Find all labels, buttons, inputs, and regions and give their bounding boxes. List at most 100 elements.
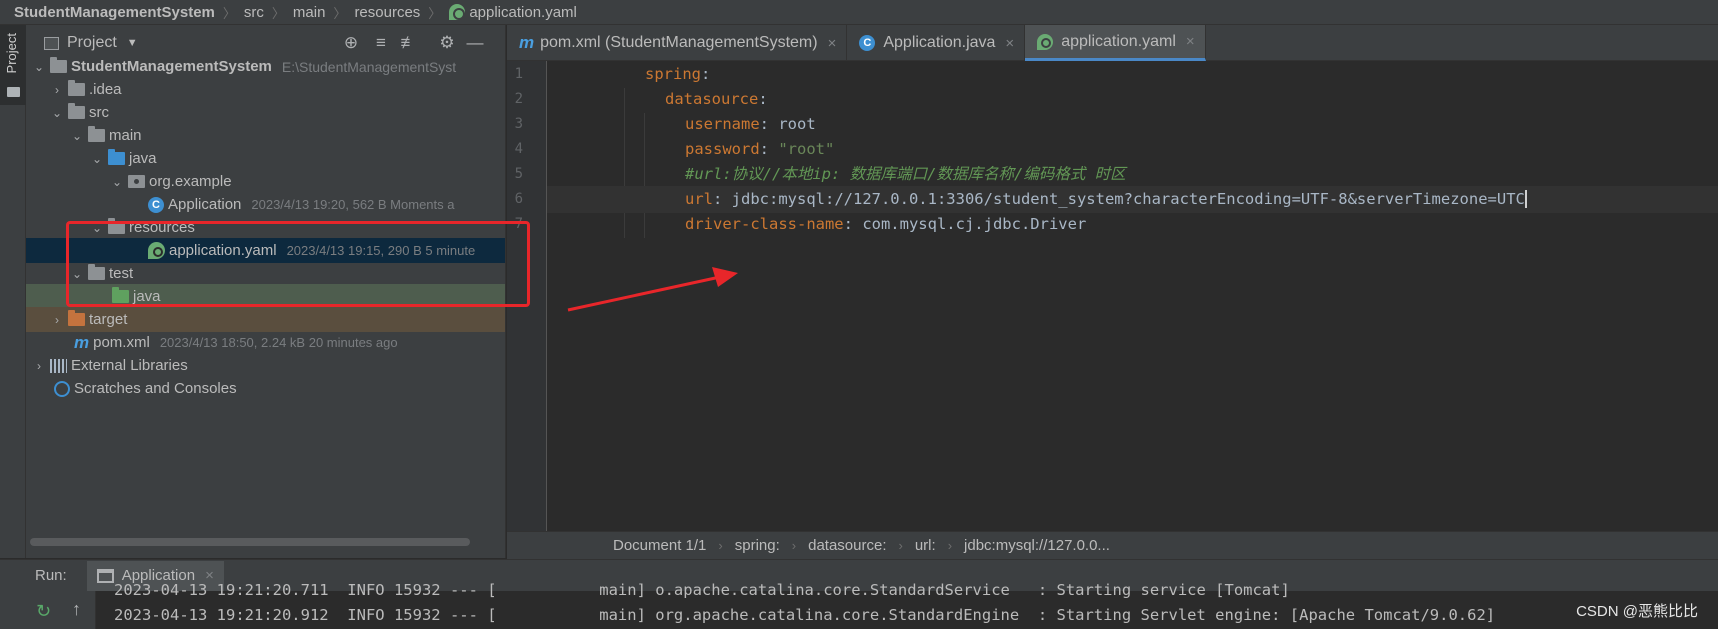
tree-item-java[interactable]: ⌄ java bbox=[26, 146, 505, 171]
tab-label: Application.java bbox=[883, 34, 996, 51]
chevron-down-icon[interactable]: ⌄ bbox=[110, 175, 124, 189]
project-view-icon bbox=[44, 36, 59, 50]
tab-application-java[interactable]: C Application.java × bbox=[847, 25, 1026, 61]
chevron-right-icon[interactable]: › bbox=[32, 359, 46, 373]
tree-item-external-libraries[interactable]: › External Libraries bbox=[26, 353, 505, 378]
chevron-right-icon: › bbox=[791, 538, 797, 553]
tree-item-main[interactable]: ⌄ main bbox=[26, 123, 505, 148]
left-tool-strip: Project bbox=[0, 25, 26, 558]
navigation-bar: StudentManagementSystem 〉 src 〉 main 〉 r… bbox=[0, 0, 1718, 25]
tree-item-label: Scratches and Consoles bbox=[74, 380, 237, 397]
spring-yaml-icon bbox=[1037, 33, 1054, 50]
chevron-right-icon: 〉 bbox=[333, 5, 347, 21]
chevron-down-icon[interactable]: ⌄ bbox=[70, 129, 84, 143]
line-number: 3 bbox=[514, 116, 523, 132]
tree-item-label: target bbox=[89, 311, 128, 328]
library-icon bbox=[50, 358, 67, 373]
annotation-box bbox=[66, 221, 530, 307]
code-line-1: spring: bbox=[645, 65, 711, 83]
chevron-down-icon[interactable]: ⌄ bbox=[50, 106, 64, 120]
tree-item-label: java bbox=[129, 150, 157, 167]
close-icon[interactable]: × bbox=[1186, 33, 1195, 50]
breadcrumb-resources[interactable]: resources bbox=[354, 4, 420, 21]
breadcrumb-project[interactable]: StudentManagementSystem bbox=[14, 4, 215, 21]
line-number: 4 bbox=[514, 141, 523, 157]
tree-item-meta: 2023/4/13 19:20, 562 B Moments a bbox=[251, 197, 455, 212]
tree-item-pom[interactable]: m pom.xml 2023/4/13 18:50, 2.24 kB 20 mi… bbox=[26, 330, 505, 355]
code-line-6: url: jdbc:mysql://127.0.0.1:3306/student… bbox=[547, 186, 1718, 213]
code-line-3: username: root bbox=[685, 115, 816, 133]
chevron-right-icon: 〉 bbox=[222, 5, 236, 21]
hide-icon[interactable]: — bbox=[466, 34, 484, 52]
breadcrumb-file[interactable]: application.yaml bbox=[469, 4, 577, 21]
folder-icon bbox=[68, 80, 85, 96]
chevron-down-icon[interactable]: ⌄ bbox=[90, 152, 104, 166]
line-number: 1 bbox=[514, 66, 523, 82]
arrow-up-icon[interactable]: ↑ bbox=[72, 599, 81, 620]
breadcrumb-spring[interactable]: spring: bbox=[735, 537, 780, 554]
close-icon[interactable]: × bbox=[1005, 35, 1014, 52]
annotation-arrow bbox=[567, 267, 738, 312]
chevron-right-icon: › bbox=[947, 538, 953, 553]
folder-icon bbox=[88, 126, 105, 142]
folder-icon bbox=[68, 103, 85, 119]
chevron-right-icon: › bbox=[718, 538, 723, 553]
breadcrumb-document[interactable]: Document 1/1 bbox=[613, 537, 706, 554]
tree-item-scratches[interactable]: Scratches and Consoles bbox=[26, 376, 505, 401]
tree-item-label: src bbox=[89, 104, 109, 121]
tree-item-meta: E:\StudentManagementSyst bbox=[281, 58, 457, 75]
tree-item-label: StudentManagementSystem bbox=[71, 58, 272, 75]
run-console[interactable]: ↻ ↑ 2023-04-13 19:21:20.711 INFO 15932 -… bbox=[0, 581, 1718, 629]
code-line-7: driver-class-name: com.mysql.cj.jdbc.Dri… bbox=[685, 215, 1087, 233]
line-number: 5 bbox=[514, 166, 523, 182]
tab-application-yaml[interactable]: application.yaml × bbox=[1025, 25, 1206, 61]
code-line-2: datasource: bbox=[665, 90, 768, 108]
expand-all-icon[interactable]: ≡ bbox=[372, 34, 390, 52]
breadcrumb-main[interactable]: main bbox=[293, 4, 326, 21]
tree-item-target[interactable]: › target bbox=[26, 307, 505, 332]
java-class-icon: C bbox=[859, 35, 876, 51]
watermark: CSDN @恶熊比比 bbox=[1576, 603, 1698, 620]
tree-item-label: Application bbox=[168, 196, 242, 213]
folder-icon bbox=[7, 87, 20, 97]
line-number: 2 bbox=[514, 91, 523, 107]
project-view-title[interactable]: Project bbox=[67, 34, 117, 52]
chevron-right-icon[interactable]: › bbox=[50, 313, 64, 327]
collapse-all-icon[interactable]: ≢ bbox=[400, 34, 418, 52]
text-cursor bbox=[1524, 190, 1527, 208]
editor-breadcrumb: Document 1/1 › spring: › datasource: › u… bbox=[507, 531, 1718, 559]
tree-item-idea[interactable]: › .idea bbox=[26, 77, 505, 102]
java-class-icon: C bbox=[148, 196, 164, 213]
excluded-folder-icon bbox=[68, 310, 85, 326]
tree-item-application[interactable]: C Application 2023/4/13 19:20, 562 B Mom… bbox=[26, 192, 505, 217]
tree-item-package[interactable]: ⌄ org.example bbox=[26, 169, 505, 194]
console-icon bbox=[96, 568, 114, 583]
tree-item-project-root[interactable]: ⌄ StudentManagementSystem E:\StudentMana… bbox=[26, 54, 505, 79]
console-line: 2023-04-13 19:21:20.711 INFO 15932 --- [… bbox=[114, 581, 1290, 599]
run-label: Run: bbox=[35, 567, 67, 584]
breadcrumb-src[interactable]: src bbox=[244, 4, 264, 21]
locate-icon[interactable]: ⊕ bbox=[342, 34, 360, 52]
module-folder-icon bbox=[50, 57, 67, 73]
source-folder-icon bbox=[108, 149, 125, 165]
project-tool-tab[interactable]: Project bbox=[0, 25, 26, 105]
chevron-right-icon[interactable]: › bbox=[50, 83, 64, 97]
rerun-icon[interactable]: ↻ bbox=[36, 601, 51, 622]
breadcrumb-url[interactable]: url: bbox=[915, 537, 936, 554]
maven-icon: m bbox=[74, 332, 90, 352]
tree-item-src[interactable]: ⌄ src bbox=[26, 100, 505, 125]
horizontal-scrollbar[interactable] bbox=[30, 538, 470, 546]
tree-item-label: pom.xml bbox=[93, 334, 150, 351]
chevron-right-icon: 〉 bbox=[428, 5, 442, 21]
tab-label: pom.xml (StudentManagementSystem) bbox=[540, 34, 818, 51]
breadcrumb-url-value[interactable]: jdbc:mysql://127.0.0... bbox=[964, 537, 1110, 554]
breadcrumb-datasource[interactable]: datasource: bbox=[808, 537, 886, 554]
tree-item-label: org.example bbox=[149, 173, 232, 190]
gear-icon[interactable]: ⚙ bbox=[438, 34, 456, 52]
tab-pom-xml[interactable]: m pom.xml (StudentManagementSystem) × bbox=[507, 25, 848, 61]
chevron-right-icon: › bbox=[898, 538, 903, 553]
chevron-down-icon[interactable]: ⌄ bbox=[32, 60, 46, 74]
chevron-down-icon[interactable]: ▼ bbox=[127, 37, 138, 49]
close-icon[interactable]: × bbox=[828, 35, 837, 52]
package-icon bbox=[128, 175, 145, 188]
